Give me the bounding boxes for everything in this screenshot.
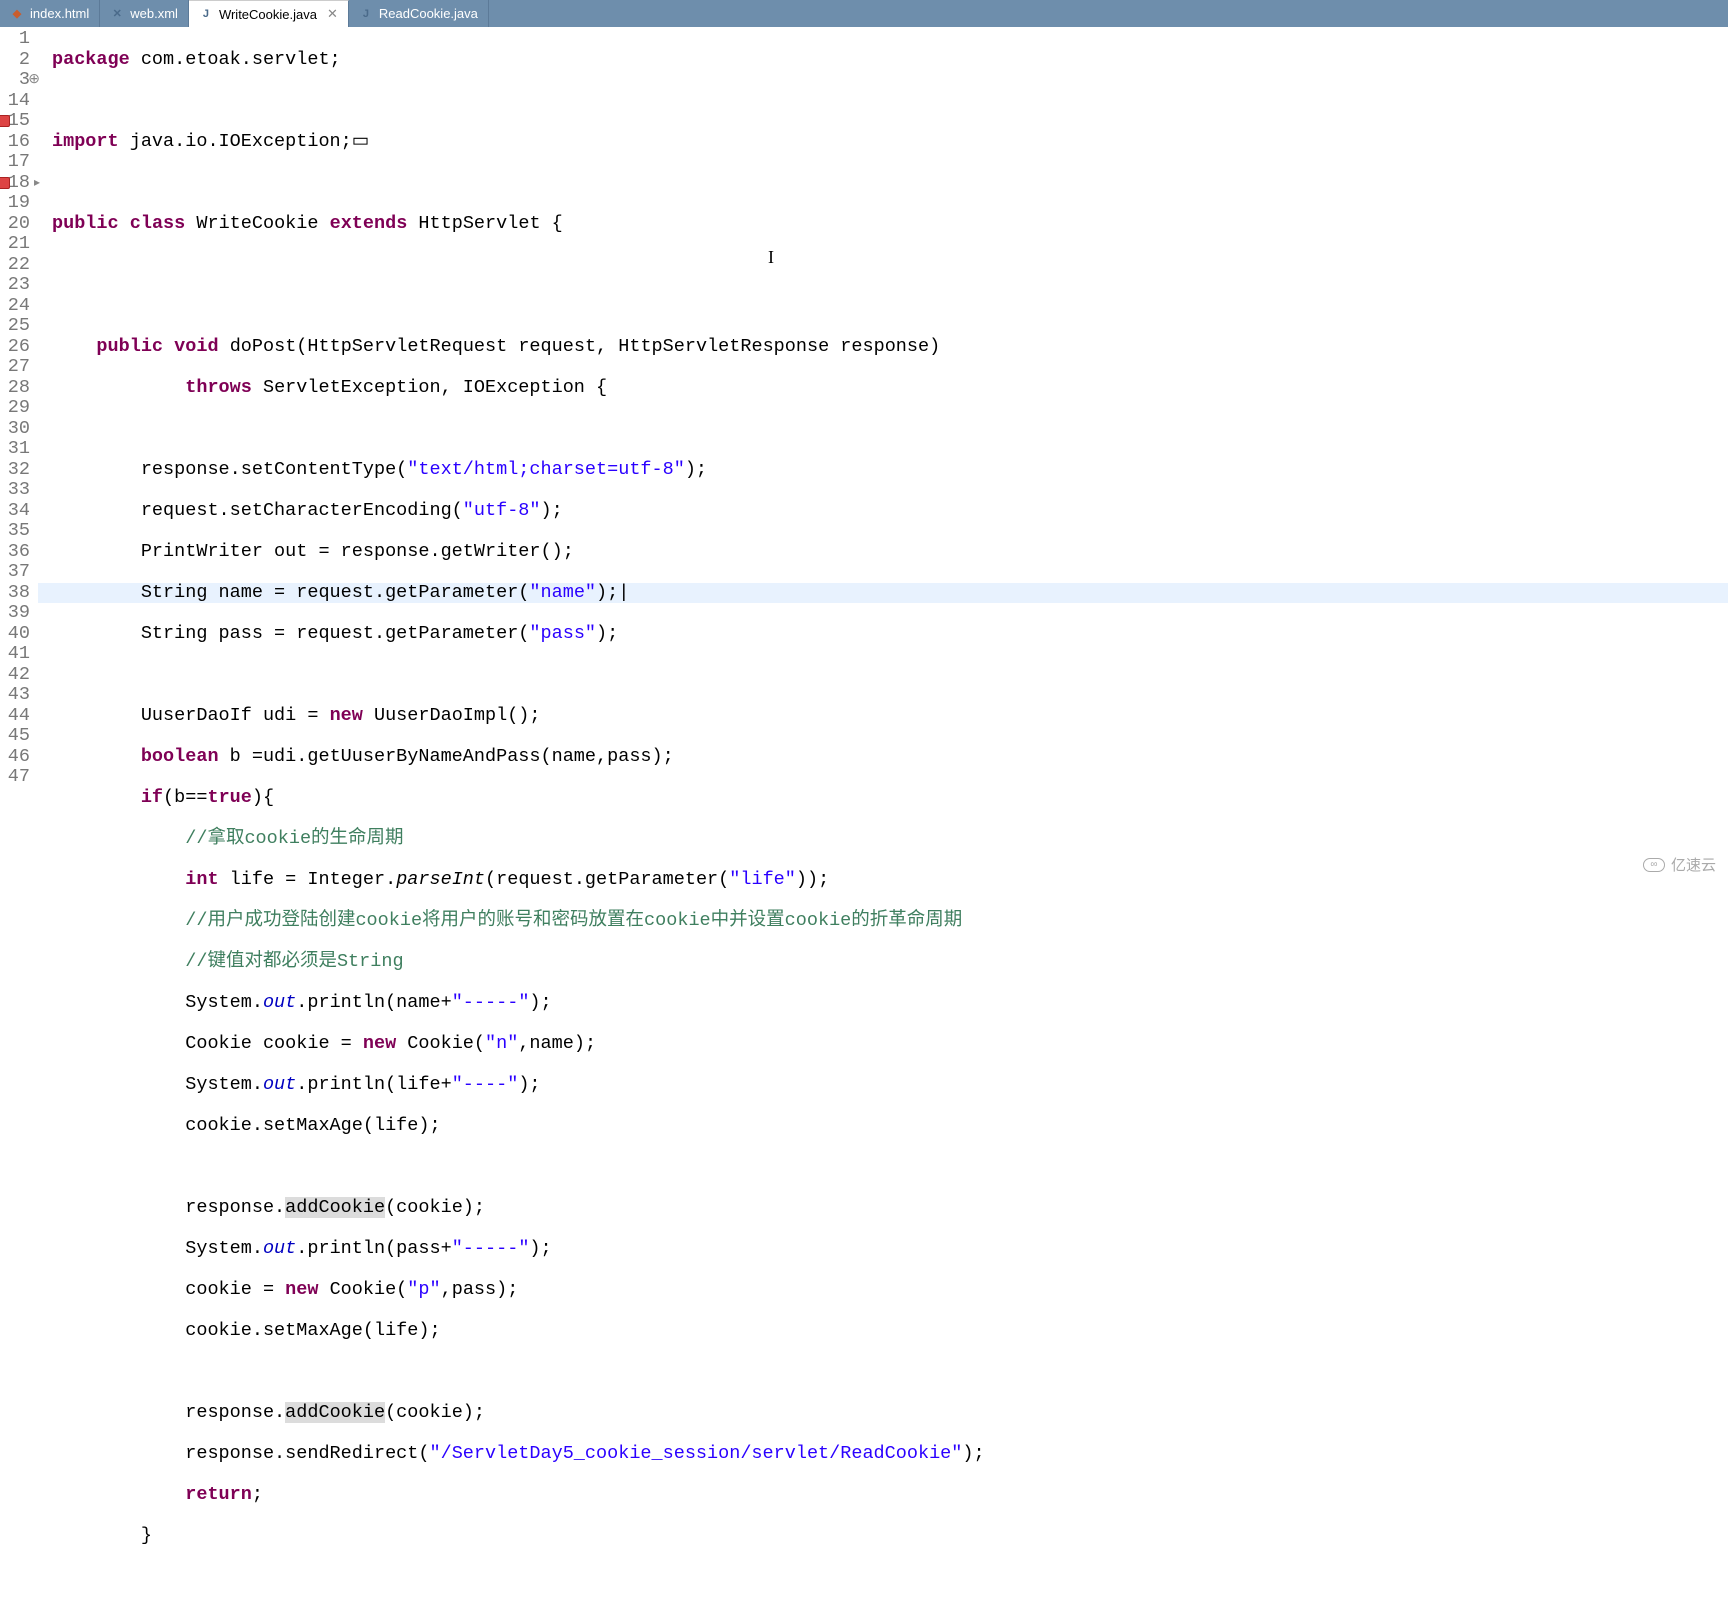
tab-label: index.html <box>30 6 89 21</box>
tab-bar: ◆ index.html ✕ web.xml J WriteCookie.jav… <box>0 0 1728 27</box>
text-cursor-icon: I <box>768 247 774 268</box>
html-icon: ◆ <box>10 7 24 21</box>
tab-index-html[interactable]: ◆ index.html <box>0 0 100 27</box>
xml-icon: ✕ <box>110 7 124 21</box>
java-icon: J <box>359 7 373 21</box>
editor: 1 2 3 14 15 16 17 18 19 20 21 22 23 24 2… <box>0 27 1728 883</box>
logo-icon: ∞ <box>1643 858 1665 872</box>
line-gutter: 1 2 3 14 15 16 17 18 19 20 21 22 23 24 2… <box>0 27 38 883</box>
java-icon: J <box>199 7 213 21</box>
watermark-label: 亿速云 <box>1671 854 1716 875</box>
tab-label: web.xml <box>130 6 178 21</box>
close-icon[interactable]: ✕ <box>323 6 338 22</box>
tab-label: ReadCookie.java <box>379 6 478 21</box>
tab-read-cookie[interactable]: J ReadCookie.java <box>349 0 489 27</box>
tab-web-xml[interactable]: ✕ web.xml <box>100 0 189 27</box>
watermark: ∞ 亿速云 <box>1643 854 1716 875</box>
code-area[interactable]: package com.etoak.servlet; import java.i… <box>38 27 1728 883</box>
tab-write-cookie[interactable]: J WriteCookie.java ✕ <box>189 0 349 27</box>
tab-label: WriteCookie.java <box>219 7 317 22</box>
